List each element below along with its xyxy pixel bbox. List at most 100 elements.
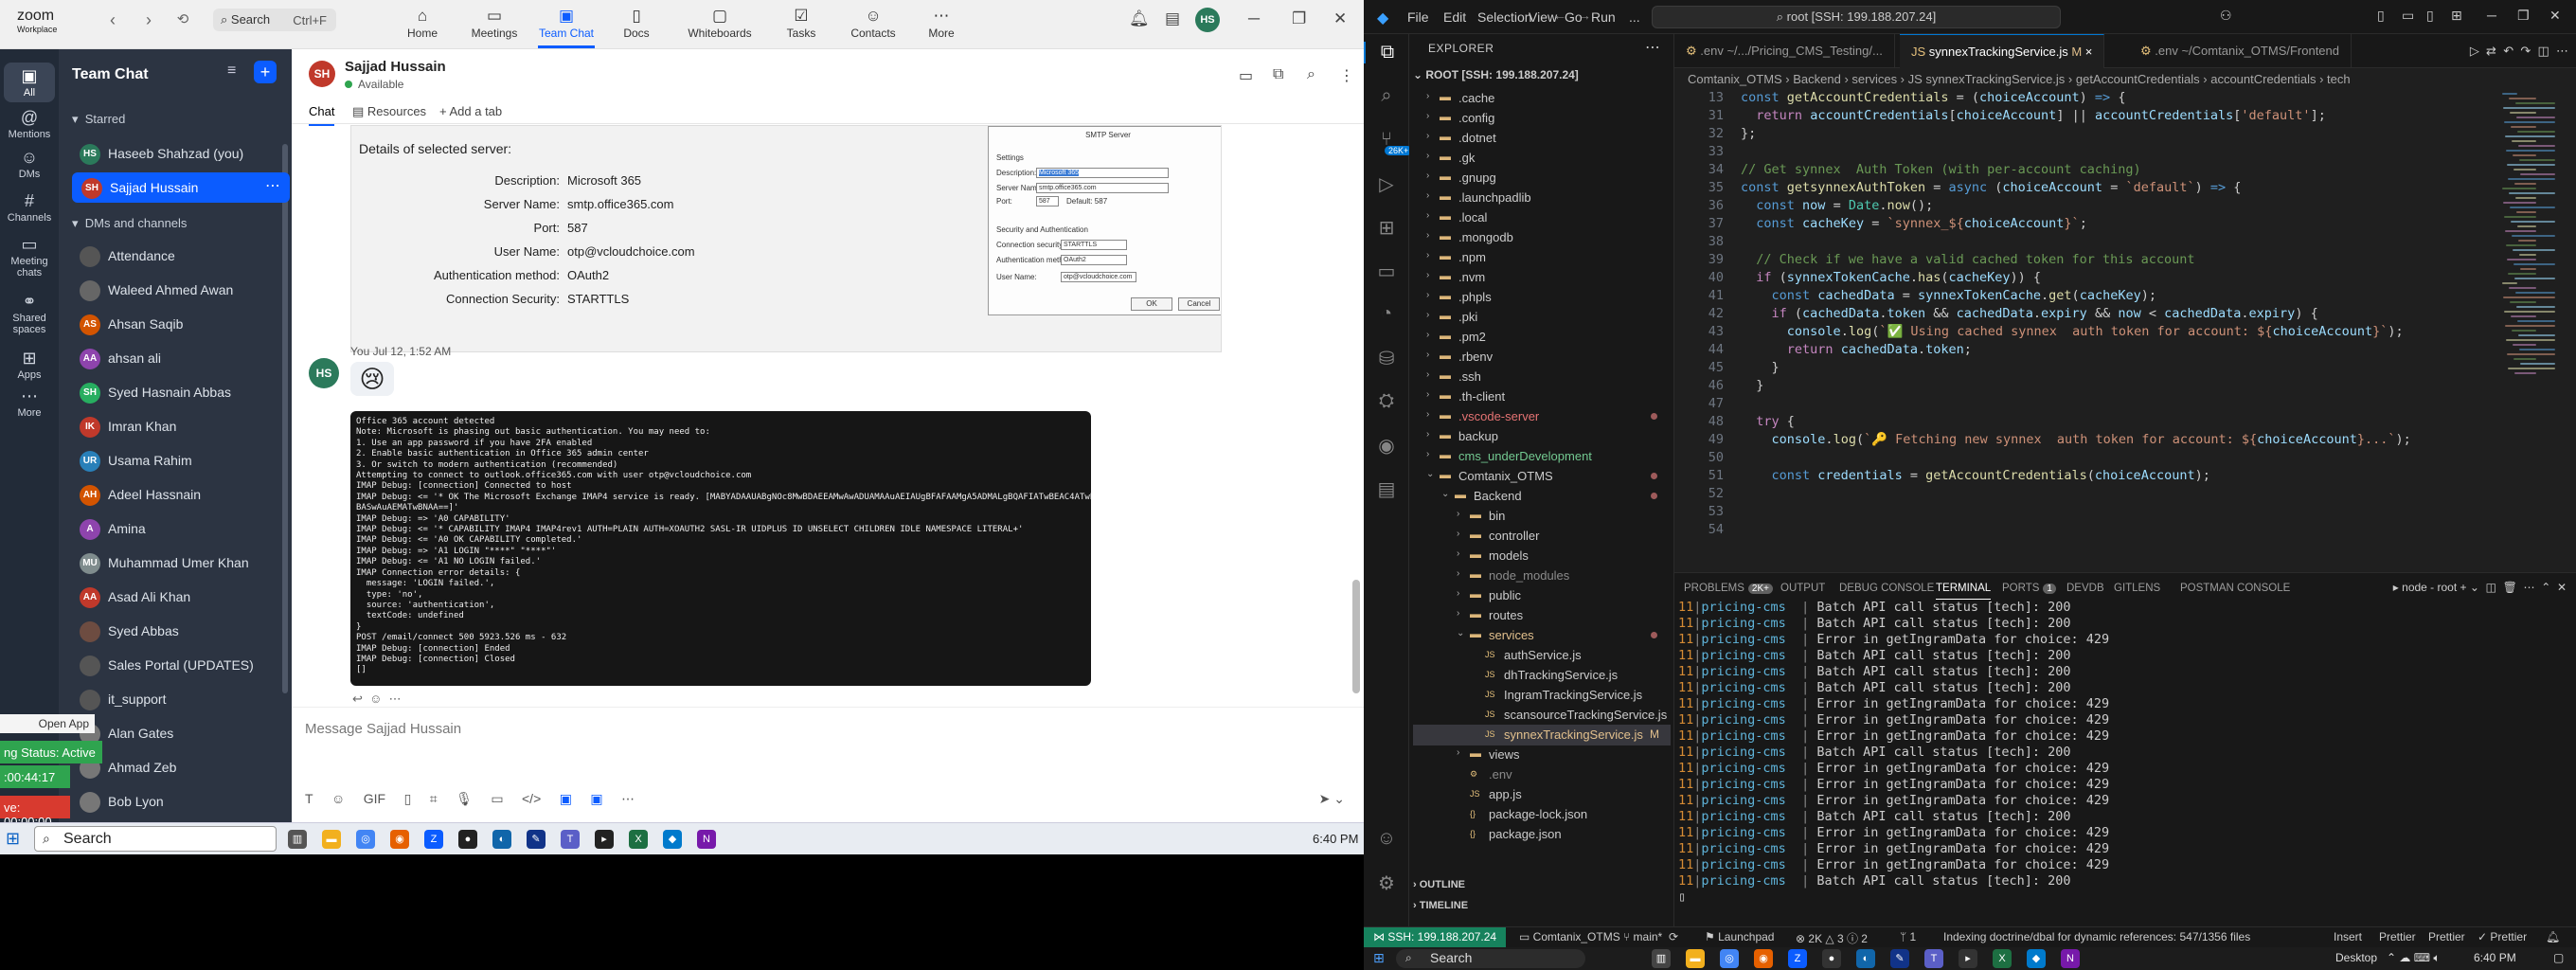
run-icon[interactable]: ▷: [2470, 44, 2479, 58]
onenote-icon[interactable]: N: [2061, 949, 2080, 968]
video-message-icon[interactable]: ▭: [491, 791, 503, 806]
taskbar-search[interactable]: ⌕ Search: [34, 826, 277, 852]
tree-item[interactable]: JS scansourceTrackingService.js: [1413, 705, 1671, 726]
go-forward-icon[interactable]: ↷: [2520, 44, 2531, 58]
manage-gear-icon[interactable]: ⚙: [1364, 871, 1409, 895]
desktop-label[interactable]: Desktop: [2335, 951, 2377, 964]
panel-tab[interactable]: DEBUG CONSOLE: [1839, 583, 1934, 594]
search-box[interactable]: ⌕ Search Ctrl+F: [213, 9, 336, 31]
rail-channels[interactable]: # Channels: [4, 191, 55, 224]
screenshot-icon[interactable]: ⌗: [430, 791, 438, 806]
split-terminal-icon[interactable]: ◫: [2486, 581, 2496, 594]
contact-item[interactable]: A Amina: [70, 513, 278, 544]
postman-icon[interactable]: ◉: [1364, 434, 1409, 458]
docker-icon[interactable]: ▤: [1364, 477, 1409, 501]
chrome-icon[interactable]: ◎: [356, 830, 375, 849]
contact-item[interactable]: Attendance: [70, 241, 278, 271]
minimize-icon[interactable]: ─: [1248, 9, 1260, 28]
video-icon[interactable]: ▭: [1239, 66, 1253, 85]
terminal-screenshot[interactable]: Office 365 account detected Note: Microso…: [350, 411, 1091, 686]
section-dms-channels[interactable]: ▾ DMs and channels: [72, 216, 187, 231]
tab-home[interactable]: ⌂ Home: [385, 6, 460, 45]
contact-item[interactable]: Bob Lyon: [70, 786, 278, 817]
history-icon[interactable]: ⟲: [167, 6, 199, 34]
tray-icons[interactable]: ⌃ ☁ ⌨ 🔈︎: [2387, 951, 2441, 965]
prettier-status[interactable]: ✓ Prettier: [2478, 930, 2527, 943]
rail-all[interactable]: ▣ All: [4, 63, 55, 102]
contact-item[interactable]: AH Adeel Hassnain: [70, 479, 278, 510]
editor-tab[interactable]: ⚙ .env ~/Comtanix_OTMS/Frontend: [2129, 34, 2352, 68]
tree-item[interactable]: › ▬ cms_underDevelopment: [1413, 446, 1671, 467]
code-icon[interactable]: </>: [522, 791, 541, 806]
contact-item[interactable]: HS Haseeb Shahzad (you): [70, 138, 278, 169]
panel-tab[interactable]: PROBLEMS 2K+: [1684, 583, 1773, 594]
tree-item[interactable]: ⌄ ▬ Backend: [1413, 486, 1671, 507]
avatar[interactable]: HS: [1195, 8, 1220, 32]
avatar[interactable]: SH: [309, 61, 335, 87]
contact-item[interactable]: AA Asad Ali Khan: [70, 582, 278, 612]
menu-item[interactable]: Run: [1591, 9, 1616, 25]
menu-item[interactable]: File: [1407, 9, 1429, 25]
tree-item[interactable]: › ▬ .dotnet: [1413, 128, 1671, 149]
file-explorer-icon[interactable]: ▬: [1686, 949, 1705, 968]
filter-icon[interactable]: ≡: [227, 63, 236, 80]
teams-icon[interactable]: T: [1924, 949, 1943, 968]
timeline-section[interactable]: › TIMELINE: [1413, 900, 1468, 911]
tree-item[interactable]: › ▬ .launchpadlib: [1413, 188, 1671, 208]
contact-item[interactable]: IK Imran Khan: [70, 411, 278, 441]
inbox-icon[interactable]: ▤: [1165, 9, 1180, 28]
layout-secondary-icon[interactable]: ▯: [2426, 8, 2434, 24]
rail-shared-spaces[interactable]: ⚭ Shared spaces: [4, 292, 55, 335]
editor-tab-active[interactable]: JS synnexTrackingService.js M ×: [1900, 34, 2105, 68]
tree-item[interactable]: {} package-lock.json: [1413, 804, 1671, 825]
layout-sidebar-icon[interactable]: ▯: [2377, 8, 2385, 24]
layout-panel-icon[interactable]: ▭: [2402, 8, 2414, 24]
tab-whiteboards[interactable]: ▢ Whiteboards: [682, 6, 758, 45]
tree-item[interactable]: › ▬ bin: [1413, 506, 1671, 527]
kill-terminal-icon[interactable]: 🗑︎: [2503, 581, 2517, 594]
bell-icon[interactable]: 🔔︎: [1129, 9, 1150, 28]
emoji-react-icon[interactable]: ☺: [369, 692, 382, 706]
emoji-message[interactable]: 😢: [350, 362, 394, 396]
tree-item[interactable]: JS authService.js: [1413, 645, 1671, 666]
tree-item[interactable]: ⌄ ▬ Comtanix_OTMS: [1413, 466, 1671, 487]
rail-meeting-chats[interactable]: ▭ Meeting chats: [4, 235, 55, 278]
search-icon[interactable]: ⌕: [1364, 85, 1409, 107]
compose-input[interactable]: Message Sajjad Hussain: [305, 721, 461, 737]
tab-team-chat[interactable]: ▣ Team Chat: [528, 6, 604, 48]
tree-item[interactable]: › ▬ .ssh: [1413, 367, 1671, 387]
panel-tab[interactable]: PORTS 1: [2002, 583, 2056, 594]
tree-item[interactable]: {} package.json: [1413, 824, 1671, 845]
go-back-icon[interactable]: ↶: [2503, 44, 2513, 58]
excel-icon[interactable]: X: [1993, 949, 2012, 968]
teams-icon[interactable]: T: [561, 830, 580, 849]
tree-item[interactable]: JS synnexTrackingService.js M: [1413, 725, 1671, 745]
problems-summary[interactable]: ⊗ 2K △ 3 ⓘ 2: [1796, 930, 1868, 946]
vscode-icon[interactable]: ◆: [663, 830, 682, 849]
tree-item[interactable]: › ▬ controller: [1413, 526, 1671, 547]
contact-item[interactable]: AA ahsan ali: [70, 343, 278, 373]
rail-mentions[interactable]: @ Mentions: [4, 108, 55, 140]
tree-item[interactable]: › ▬ backup: [1413, 426, 1671, 447]
clock[interactable]: 6:40 PM: [2474, 951, 2516, 964]
tree-item[interactable]: › ▬ .pki: [1413, 307, 1671, 328]
app-icon[interactable]: ▣: [560, 791, 572, 806]
terminal-icon[interactable]: ▸: [1959, 949, 1977, 968]
remote-indicator[interactable]: ⋈ SSH: 199.188.207.24: [1364, 927, 1507, 947]
windows-start-icon[interactable]: ⊞: [6, 829, 20, 849]
tree-item[interactable]: JS dhTrackingService.js: [1413, 665, 1671, 686]
task-view-icon[interactable]: ▥: [1652, 949, 1671, 968]
forward-icon[interactable]: ›: [133, 6, 165, 34]
chat-contact-name[interactable]: Sajjad Hussain: [345, 59, 446, 75]
tree-item[interactable]: › ▬ .vscode-server: [1413, 406, 1671, 427]
open-app-overlay[interactable]: Open App: [0, 714, 95, 733]
menu-item[interactable]: Edit: [1443, 9, 1466, 25]
reply-icon[interactable]: ↩: [352, 692, 363, 706]
rail-more[interactable]: ⋯ More: [4, 386, 55, 419]
tree-item[interactable]: › ▬ models: [1413, 546, 1671, 566]
app2-icon[interactable]: ▣: [590, 791, 602, 806]
emoji-icon[interactable]: ☺: [331, 791, 345, 806]
explorer-icon[interactable]: ⧉: [1364, 42, 1409, 63]
command-center[interactable]: ⌕ root [SSH: 199.188.207.24]: [1652, 6, 2061, 28]
windows-start-icon[interactable]: ⊞: [1373, 950, 1385, 966]
